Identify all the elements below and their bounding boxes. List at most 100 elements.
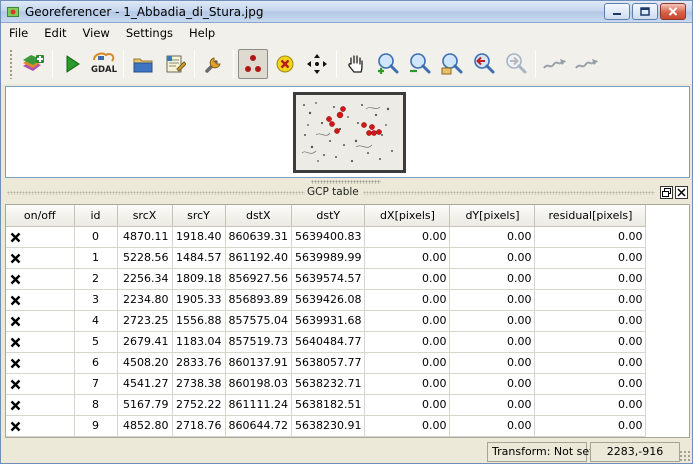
- cell-dstx[interactable]: 861192.40: [225, 247, 292, 269]
- gcp-table-dock-title[interactable]: GCP table: [1, 185, 692, 201]
- cell-residual[interactable]: 0.00: [534, 415, 647, 437]
- cell-srcy[interactable]: 1918.40: [172, 226, 226, 248]
- cell-residual[interactable]: 0.00: [534, 373, 647, 395]
- cell-dsty[interactable]: 5638182.51: [291, 394, 366, 416]
- cell-srcx[interactable]: 4541.27: [117, 373, 173, 395]
- cell-dstx[interactable]: 860639.31: [225, 226, 292, 248]
- table-row[interactable]: 9 4852.80 2718.76 860644.72 5638230.91 0.00 0.…: [6, 415, 647, 437]
- load-gcp-points-button[interactable]: [128, 49, 158, 79]
- table-row[interactable]: 4 2723.25 1556.88 857575.04 5639931.68 0.00 0.…: [6, 310, 647, 332]
- cell-dy[interactable]: 0.00: [449, 373, 536, 395]
- column-header-dsty[interactable]: dstY: [291, 205, 366, 227]
- save-gcp-points-button[interactable]: [160, 49, 190, 79]
- gcp-enable-checkbox[interactable]: [6, 331, 75, 353]
- cell-id[interactable]: 2: [74, 268, 118, 290]
- cell-residual[interactable]: 0.00: [534, 394, 647, 416]
- cell-dstx[interactable]: 856893.89: [225, 289, 292, 311]
- cell-dx[interactable]: 0.00: [364, 268, 451, 290]
- map-canvas[interactable]: [5, 86, 690, 178]
- cell-srcy[interactable]: 2752.22: [172, 394, 226, 416]
- cell-residual[interactable]: 0.00: [534, 331, 647, 353]
- cell-dstx[interactable]: 857519.73: [225, 331, 292, 353]
- cell-dy[interactable]: 0.00: [449, 394, 536, 416]
- cell-dsty[interactable]: 5638232.71: [291, 373, 366, 395]
- cell-dy[interactable]: 0.00: [449, 289, 536, 311]
- float-dock-button[interactable]: [660, 186, 673, 199]
- cell-residual[interactable]: 0.00: [534, 226, 647, 248]
- close-dock-button[interactable]: [675, 186, 688, 199]
- gcp-enable-checkbox[interactable]: [6, 226, 75, 248]
- cell-dstx[interactable]: 860137.91: [225, 352, 292, 374]
- cell-srcy[interactable]: 1183.04: [172, 331, 226, 353]
- cell-srcy[interactable]: 2833.76: [172, 352, 226, 374]
- cell-dy[interactable]: 0.00: [449, 310, 536, 332]
- cell-dx[interactable]: 0.00: [364, 331, 451, 353]
- cell-dy[interactable]: 0.00: [449, 247, 536, 269]
- cell-id[interactable]: 3: [74, 289, 118, 311]
- cell-dstx[interactable]: 860198.03: [225, 373, 292, 395]
- cell-dsty[interactable]: 5639400.83: [291, 226, 366, 248]
- resize-grip[interactable]: [679, 450, 691, 462]
- cell-dx[interactable]: 0.00: [364, 247, 451, 269]
- table-row[interactable]: 0 4870.11 1918.40 860639.31 5639400.83 0.00 0.…: [6, 226, 647, 248]
- cell-srcy[interactable]: 1905.33: [172, 289, 226, 311]
- cell-srcx[interactable]: 2234.80: [117, 289, 173, 311]
- gcp-enable-checkbox[interactable]: [6, 310, 75, 332]
- cell-dsty[interactable]: 5639426.08: [291, 289, 366, 311]
- column-header-srcy[interactable]: srcY: [172, 205, 226, 227]
- table-row[interactable]: 1 5228.56 1484.57 861192.40 5639989.99 0.00 0.…: [6, 247, 647, 269]
- cell-dstx[interactable]: 861111.24: [225, 394, 292, 416]
- table-row[interactable]: 7 4541.27 2738.38 860198.03 5638232.71 0.00 0.…: [6, 373, 647, 395]
- add-point-button[interactable]: [238, 49, 268, 79]
- table-row[interactable]: 8 5167.79 2752.22 861111.24 5638182.51 0.00 0.…: [6, 394, 647, 416]
- title-bar[interactable]: Georeferencer - 1_Abbadia_di_Stura.jpg: [1, 1, 692, 23]
- cell-id[interactable]: 6: [74, 352, 118, 374]
- cell-srcy[interactable]: 2718.76: [172, 415, 226, 437]
- toolbar-grip[interactable]: [9, 49, 13, 79]
- cell-dy[interactable]: 0.00: [449, 352, 536, 374]
- cell-id[interactable]: 9: [74, 415, 118, 437]
- cell-dstx[interactable]: 857575.04: [225, 310, 292, 332]
- cell-dx[interactable]: 0.00: [364, 352, 451, 374]
- column-header-srcx[interactable]: srcX: [117, 205, 173, 227]
- gcp-enable-checkbox[interactable]: [6, 373, 75, 395]
- cell-dy[interactable]: 0.00: [449, 415, 536, 437]
- gcp-table[interactable]: on/off id srcX srcY dstX dstY dX[pixels]…: [5, 204, 690, 438]
- column-header-dy[interactable]: dY[pixels]: [449, 205, 536, 227]
- cell-dy[interactable]: 0.00: [449, 268, 536, 290]
- generate-gdal-script-button[interactable]: GDAL: [89, 49, 119, 79]
- raster-image[interactable]: [293, 92, 406, 173]
- gcp-enable-checkbox[interactable]: [6, 268, 75, 290]
- cell-residual[interactable]: 0.00: [534, 289, 647, 311]
- cell-id[interactable]: 7: [74, 373, 118, 395]
- link-qgis-to-georeferencer-button[interactable]: [572, 49, 602, 79]
- open-raster-button[interactable]: [18, 49, 48, 79]
- cell-srcx[interactable]: 2723.25: [117, 310, 173, 332]
- menu-edit[interactable]: Edit: [36, 23, 74, 44]
- zoom-in-button[interactable]: [373, 49, 403, 79]
- zoom-last-button[interactable]: [469, 49, 499, 79]
- cell-srcx[interactable]: 4870.11: [117, 226, 173, 248]
- move-gcp-point-button[interactable]: [302, 49, 332, 79]
- zoom-next-button[interactable]: [501, 49, 531, 79]
- cell-srcy[interactable]: 2738.38: [172, 373, 226, 395]
- gcp-enable-checkbox[interactable]: [6, 394, 75, 416]
- maximize-button[interactable]: [632, 3, 658, 20]
- cell-residual[interactable]: 0.00: [534, 352, 647, 374]
- close-button[interactable]: [660, 3, 686, 20]
- gcp-enable-checkbox[interactable]: [6, 415, 75, 437]
- column-header-dx[interactable]: dX[pixels]: [364, 205, 451, 227]
- cell-srcy[interactable]: 1556.88: [172, 310, 226, 332]
- menu-help[interactable]: Help: [181, 23, 223, 44]
- column-header-dstx[interactable]: dstX: [225, 205, 292, 227]
- cell-id[interactable]: 1: [74, 247, 118, 269]
- link-georeferencer-to-qgis-button[interactable]: [540, 49, 570, 79]
- start-georeferencing-button[interactable]: [57, 49, 87, 79]
- cell-id[interactable]: 5: [74, 331, 118, 353]
- cell-srcx[interactable]: 4508.20: [117, 352, 173, 374]
- cell-srcx[interactable]: 2679.41: [117, 331, 173, 353]
- cell-residual[interactable]: 0.00: [534, 268, 647, 290]
- menu-file[interactable]: File: [1, 23, 36, 44]
- minimize-button[interactable]: [604, 3, 630, 20]
- cell-srcx[interactable]: 5228.56: [117, 247, 173, 269]
